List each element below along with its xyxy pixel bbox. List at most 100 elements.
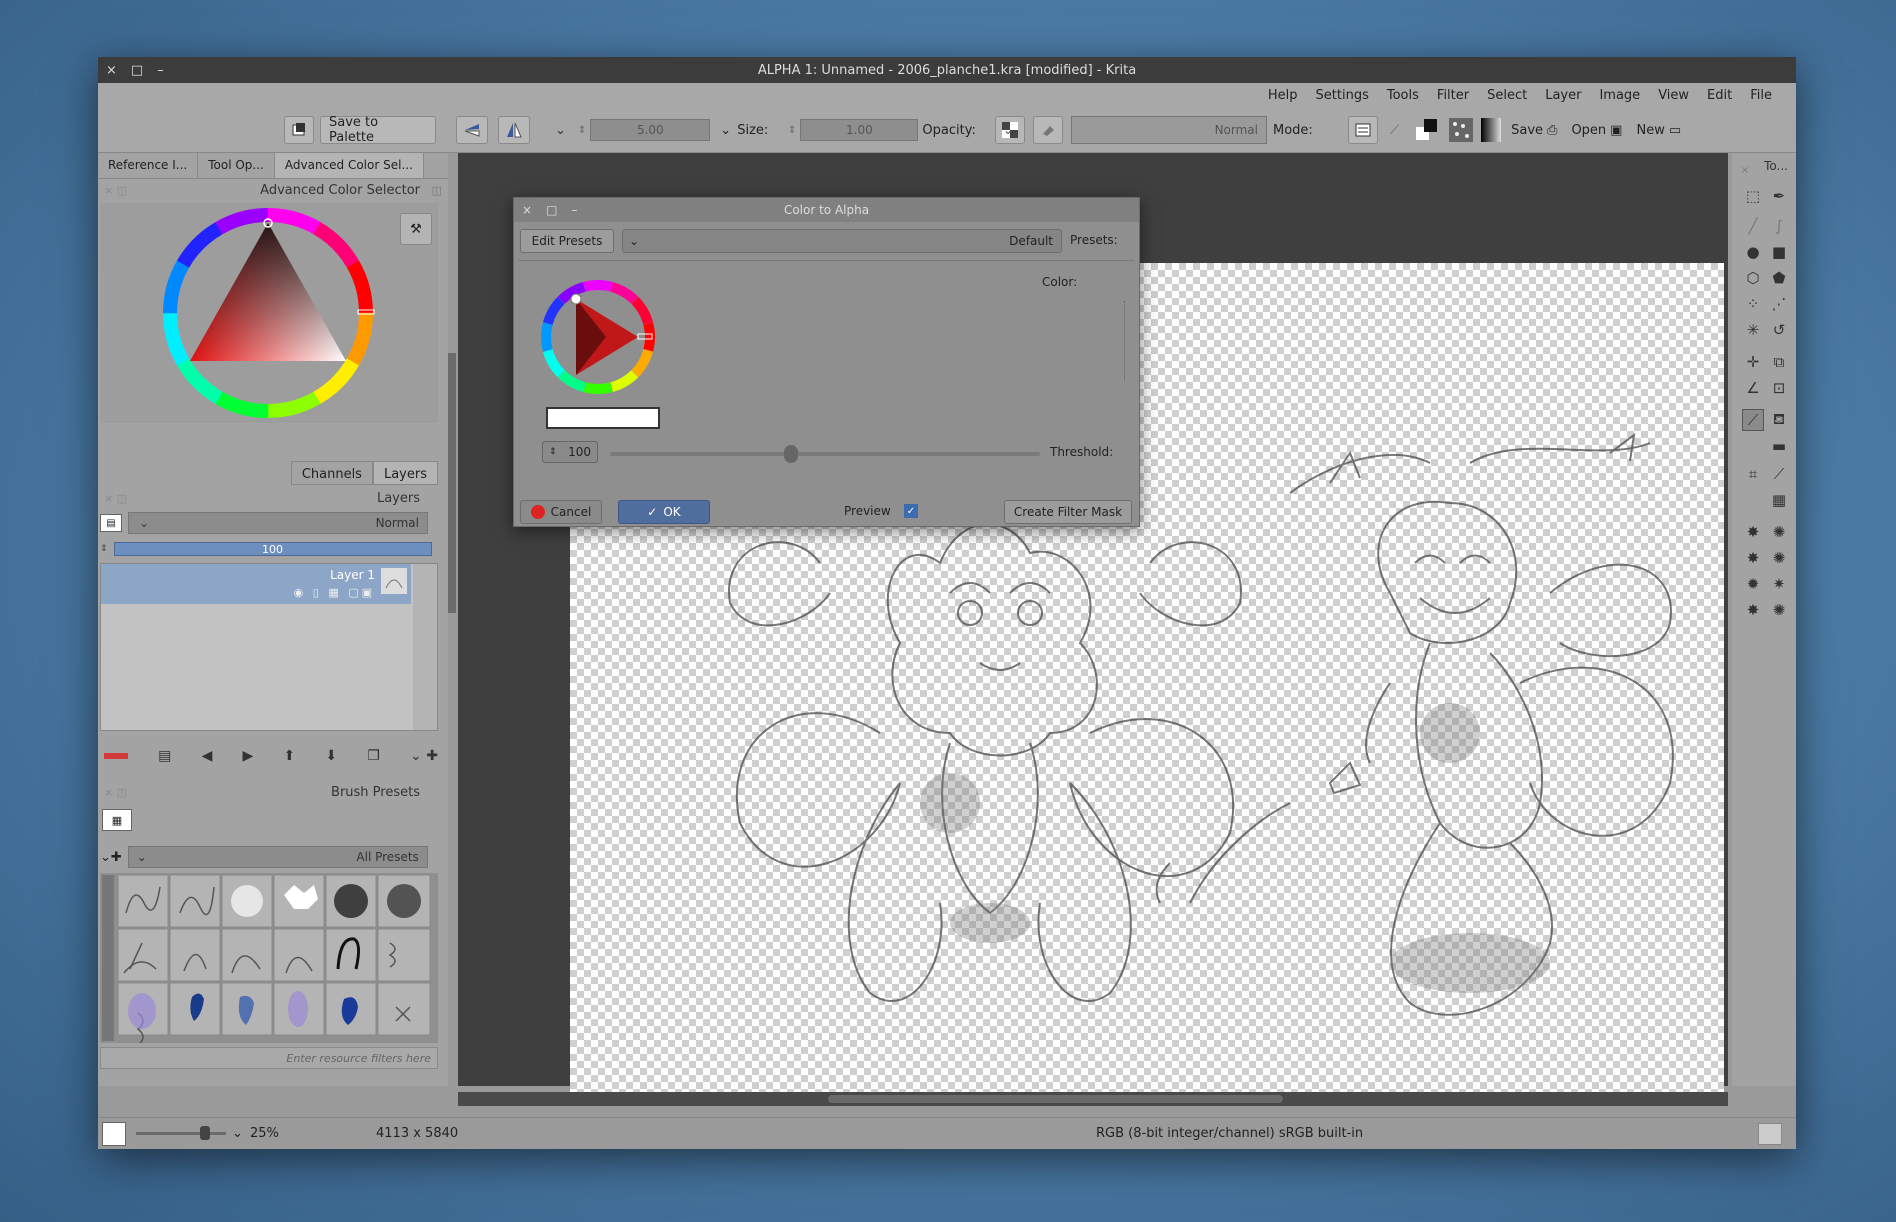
tab-layers[interactable]: Layers <box>372 461 438 485</box>
save-label[interactable]: Save <box>1511 123 1543 138</box>
chevron-down-icon[interactable]: ⌄ <box>555 123 566 138</box>
canvas-only-toggle[interactable] <box>1758 1123 1782 1145</box>
measure-tool-icon[interactable]: ∠ <box>1742 377 1764 399</box>
move-right-icon[interactable]: ▶ <box>243 748 254 764</box>
chevron-down-icon[interactable]: ⌄ <box>720 123 731 138</box>
presets-select[interactable]: ⌄ Default <box>622 229 1062 253</box>
tab-tool-options[interactable]: Tool Op... <box>198 153 275 178</box>
color-selector-settings-button[interactable]: ⚒ <box>400 213 432 245</box>
float-icon[interactable]: ◫ <box>432 184 442 197</box>
line-tool-icon[interactable]: ╱ <box>1742 215 1764 237</box>
size-field[interactable]: 5.00 <box>590 119 711 141</box>
palette-icon-button[interactable] <box>284 116 314 144</box>
mirror-horizontal-button[interactable] <box>498 116 530 144</box>
close-icon[interactable]: × ◫ <box>104 492 127 505</box>
menu-settings[interactable]: Settings <box>1316 88 1369 103</box>
color-swatch[interactable] <box>546 407 660 429</box>
similar-select-tool-icon[interactable]: ✷ <box>1768 573 1790 595</box>
edit-presets-button[interactable]: Edit Presets <box>520 229 614 253</box>
contiguous-select-tool-icon[interactable]: ✹ <box>1742 573 1764 595</box>
gradient-tool-icon[interactable]: ▬ <box>1768 435 1790 457</box>
menu-image[interactable]: Image <box>1599 88 1640 103</box>
layer-properties-icons[interactable]: ◉ ▯ ▦ ▢▣ <box>294 586 375 599</box>
layer-opacity-slider[interactable]: 100 <box>113 542 432 556</box>
menu-select[interactable]: Select <box>1487 88 1527 103</box>
layer-row[interactable]: Layer 1 ◉ ▯ ▦ ▢▣ <box>101 564 411 604</box>
menu-help[interactable]: Help <box>1268 88 1298 103</box>
color-picker-tool-icon[interactable]: ⟋ <box>1768 463 1790 485</box>
new-label[interactable]: New <box>1636 123 1664 138</box>
polygon-tool-icon[interactable]: ⬡ <box>1742 267 1764 289</box>
fill-tool-icon[interactable]: ⛾ <box>1768 409 1790 431</box>
spin-icon[interactable]: ⇕ <box>549 447 557 457</box>
menu-layer[interactable]: Layer <box>1545 88 1581 103</box>
ok-button[interactable]: ✓ OK <box>618 500 710 524</box>
grid-tool-icon[interactable]: ▦ <box>1768 489 1790 511</box>
layers-scrollbar[interactable] <box>413 564 437 730</box>
minimize-icon[interactable]: – <box>571 203 577 217</box>
multibrush-tool-icon[interactable]: ⋰ <box>1768 293 1790 315</box>
gradient-icon[interactable] <box>1477 116 1505 144</box>
create-filter-mask-button[interactable]: Create Filter Mask <box>1004 500 1132 524</box>
open-label[interactable]: Open <box>1571 123 1606 138</box>
bezier-tool-icon[interactable]: ⁘ <box>1742 293 1764 315</box>
preview-checkbox[interactable]: ✓ <box>904 504 918 518</box>
resize-handle[interactable] <box>1124 301 1128 381</box>
rectangle-tool-icon[interactable]: ■ <box>1768 241 1790 263</box>
open-icon[interactable]: ▣ <box>1610 123 1622 138</box>
assistant-tool-icon[interactable]: ⌗ <box>1742 463 1764 485</box>
brush-thumbnails[interactable] <box>100 873 438 1043</box>
opacity-field[interactable]: 1.00 <box>800 119 919 141</box>
calligraphy-tool-icon[interactable]: ✒ <box>1768 185 1790 207</box>
mirror-vertical-button[interactable] <box>456 116 488 144</box>
menu-edit[interactable]: Edit <box>1707 88 1732 103</box>
new-document-icon[interactable]: ▭ <box>1669 123 1681 138</box>
color-wheel-picker[interactable] <box>536 275 676 415</box>
move-tool-icon[interactable]: ✛ <box>1742 351 1764 373</box>
ellipse-tool-icon[interactable]: ● <box>1742 241 1764 263</box>
chevron-down-icon[interactable]: ⌄ <box>232 1126 243 1141</box>
horizontal-scrollbar[interactable] <box>458 1092 1728 1106</box>
zoom-slider-handle[interactable] <box>200 1126 210 1140</box>
move-down-icon[interactable]: ⬇ <box>325 748 337 764</box>
minimize-icon[interactable]: – <box>157 63 164 78</box>
hue-triangle-selector[interactable] <box>100 203 438 423</box>
brush-icon[interactable]: ⟋ <box>1390 123 1399 138</box>
transform-tool-icon[interactable]: ⧉ <box>1768 351 1790 373</box>
brush-tag-select[interactable]: ⌄ All Presets <box>127 846 428 868</box>
polygon-select-tool-icon[interactable]: ✸ <box>1742 547 1764 569</box>
resource-filter-input[interactable]: Enter resource filters here <box>100 1047 438 1069</box>
threshold-spinbox[interactable]: ⇕ 100 <box>542 441 598 463</box>
ellipse-select-tool-icon[interactable]: ✺ <box>1768 521 1790 543</box>
save-to-palette-button[interactable]: Save to Palette <box>320 115 436 145</box>
outline-select-tool-icon[interactable]: ✺ <box>1768 547 1790 569</box>
close-icon[interactable]: × <box>522 203 532 217</box>
smart-patch-tool-icon[interactable]: ↺ <box>1768 319 1790 341</box>
layer-options-icon[interactable]: ▤ <box>100 514 122 532</box>
bezier-select-tool-icon[interactable]: ✸ <box>1742 599 1764 621</box>
maximize-icon[interactable]: □ <box>546 203 557 217</box>
add-layer-icon[interactable]: ⌄ ✚ <box>410 748 438 764</box>
select-shapes-tool-icon[interactable]: ⬚ <box>1742 185 1764 207</box>
spin-icon[interactable]: ⇕ <box>578 125 586 136</box>
magnetic-select-tool-icon[interactable]: ✺ <box>1768 599 1790 621</box>
close-icon[interactable]: × ◫ <box>104 184 127 197</box>
layer-properties-icon[interactable]: ▤ <box>158 748 171 764</box>
close-icon[interactable]: × <box>106 63 117 78</box>
remove-layer-icon[interactable] <box>104 753 128 759</box>
freehand-path-tool-icon[interactable]: ∫ <box>1768 215 1790 237</box>
menu-view[interactable]: View <box>1658 88 1689 103</box>
zoom-slider[interactable] <box>136 1126 226 1140</box>
close-icon[interactable]: × <box>1734 159 1756 181</box>
cancel-button[interactable]: Cancel <box>520 500 602 524</box>
brush-view-icon[interactable]: ▦ <box>102 809 132 831</box>
save-icon[interactable]: ⎙ <box>1547 123 1557 138</box>
maximize-icon[interactable]: □ <box>131 63 143 78</box>
polyline-tool-icon[interactable]: ⬟ <box>1768 267 1790 289</box>
dynamic-brush-tool-icon[interactable]: ✳ <box>1742 319 1764 341</box>
tab-channels[interactable]: Channels <box>290 461 373 485</box>
horizontal-scroll-thumb[interactable] <box>828 1095 1283 1103</box>
rect-select-tool-icon[interactable]: ✸ <box>1742 521 1764 543</box>
pattern-icon[interactable] <box>1447 116 1475 144</box>
layer-blend-mode-select[interactable]: ⌄ Normal <box>128 512 428 534</box>
